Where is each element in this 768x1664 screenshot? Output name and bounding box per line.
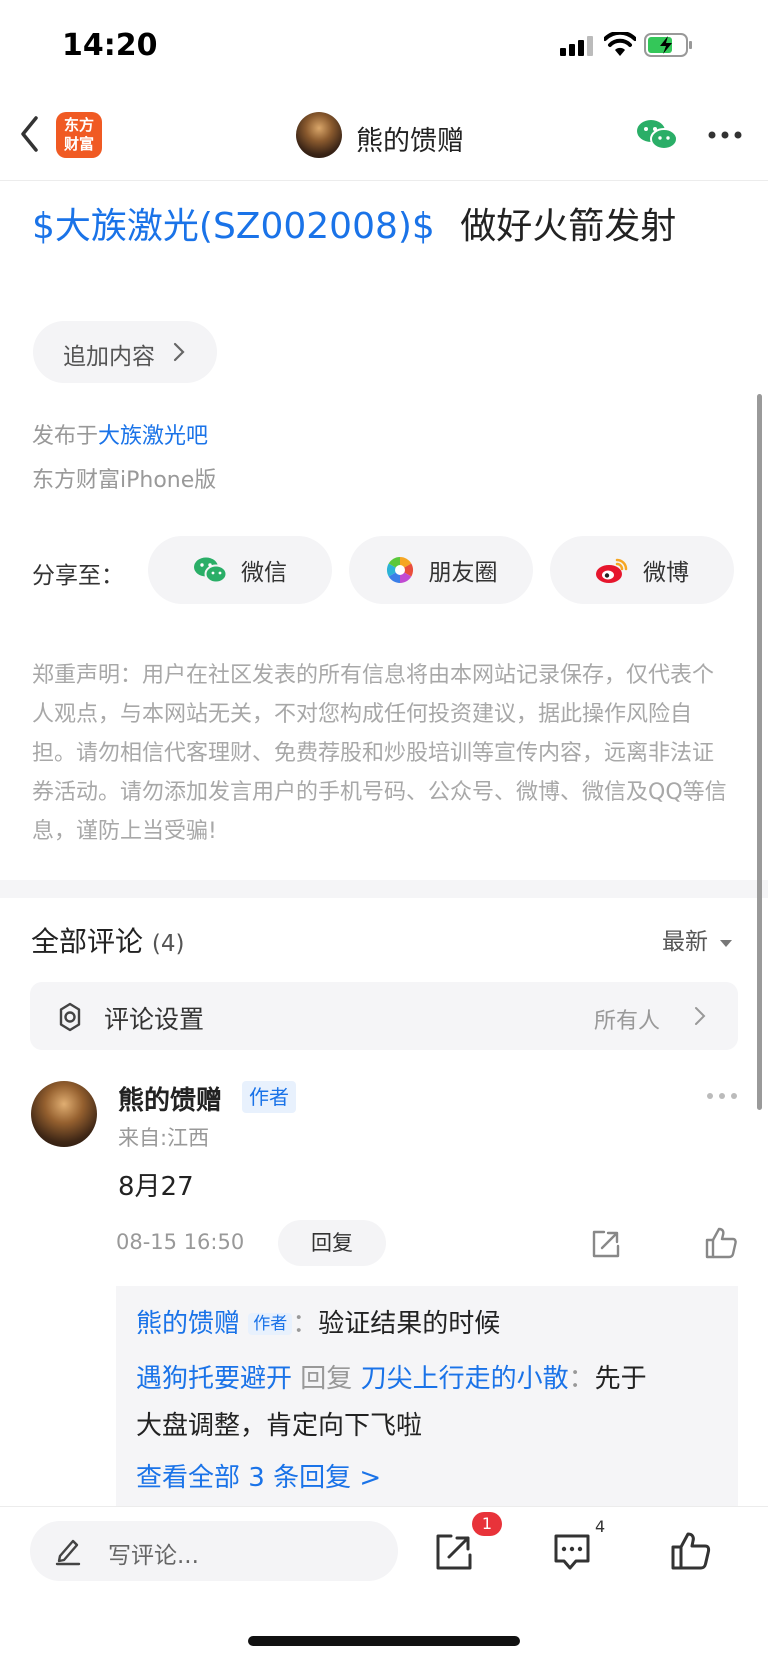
- signal-icon: [560, 36, 593, 56]
- logo-text-2: 财富: [63, 135, 94, 153]
- comment-location: 来自:江西: [118, 1126, 210, 1150]
- share-weibo-label: 微博: [643, 560, 689, 586]
- comments-title-text: 全部评论: [31, 925, 144, 958]
- reply-text-continued: 大盘调整，肯定向下飞啦: [136, 1411, 423, 1441]
- gear-icon: [59, 1002, 81, 1032]
- author-badge: 作者: [248, 1313, 293, 1335]
- section-divider: [0, 880, 768, 898]
- comment-icon[interactable]: [552, 1532, 592, 1572]
- reply-button[interactable]: 回复: [278, 1220, 386, 1266]
- home-indicator: [248, 1636, 520, 1646]
- share-icon[interactable]: [590, 1228, 622, 1260]
- forum-link[interactable]: 大族激光吧: [98, 424, 208, 449]
- back-icon[interactable]: [18, 114, 42, 154]
- comments-count: (4): [151, 931, 185, 957]
- status-time: 14:20: [62, 28, 158, 63]
- wifi-icon: [604, 32, 636, 56]
- comment-author[interactable]: 熊的馈赠: [118, 1080, 222, 1117]
- reply-author[interactable]: 熊的馈赠: [136, 1309, 240, 1339]
- comments-title: 全部评论 (4): [31, 920, 185, 960]
- comment-settings-value: 所有人: [594, 1009, 661, 1034]
- chevron-right-icon: [173, 342, 185, 362]
- reply-text: 先于: [594, 1364, 647, 1394]
- reply-word: 回复: [300, 1364, 353, 1394]
- avatar[interactable]: [31, 1081, 97, 1147]
- share-moments-button[interactable]: 朋友圈: [349, 536, 533, 604]
- chevron-right-icon: [695, 1007, 706, 1025]
- share-wechat-label: 微信: [241, 560, 287, 586]
- comment-placeholder: 写评论...: [108, 1543, 199, 1569]
- comment-settings-label: 评论设置: [104, 1005, 205, 1034]
- client-info: 东方财富iPhone版: [32, 468, 217, 493]
- nav-avatar[interactable]: [296, 112, 342, 158]
- reply-target[interactable]: 刀尖上行走的小散: [361, 1364, 569, 1394]
- scrollbar[interactable]: [757, 394, 762, 1110]
- reply-separator: ：: [292, 1309, 319, 1339]
- logo-text-1: 东方: [63, 116, 94, 134]
- weibo-icon: [596, 558, 628, 583]
- post-title: $大族激光(SZ002008)$ 做好火箭发射: [32, 203, 676, 251]
- post-text: 做好火箭发射: [460, 206, 677, 247]
- author-badge: 作者: [242, 1081, 296, 1113]
- moments-icon: [386, 556, 413, 584]
- brand-logo[interactable]: 东方 财富: [56, 112, 102, 158]
- comment-time: 08-15 16:50: [116, 1230, 245, 1254]
- thumbs-up-icon[interactable]: [704, 1226, 738, 1260]
- reply-item[interactable]: 熊的馈赠 作者 ：验证结果的时候: [136, 1306, 500, 1342]
- caret-down-icon: [720, 940, 733, 947]
- share-label: 分享至：: [32, 563, 124, 589]
- view-all-replies-link[interactable]: 查看全部 3 条回复 >: [136, 1460, 381, 1496]
- wechat-icon[interactable]: [636, 118, 678, 152]
- comment-input[interactable]: [30, 1521, 398, 1581]
- battery-charging-icon: [644, 33, 692, 57]
- pencil-icon: [55, 1539, 81, 1566]
- comment-count-badge: 4: [595, 1517, 606, 1536]
- reply-item[interactable]: 遇狗托要避开 回复 刀尖上行走的小散：先于: [136, 1361, 647, 1397]
- reply-text: 验证结果的时候: [318, 1309, 501, 1339]
- published-in: 发布于大族激光吧: [32, 418, 208, 450]
- share-badge: 1: [472, 1512, 502, 1536]
- nav-title[interactable]: 熊的馈赠: [356, 119, 464, 158]
- sort-label: 最新: [662, 929, 708, 955]
- share-wechat-button[interactable]: 微信: [148, 536, 332, 604]
- sort-dropdown[interactable]: 最新: [662, 922, 733, 956]
- wechat-icon: [194, 557, 227, 584]
- stock-link[interactable]: $大族激光(SZ002008)$: [32, 206, 435, 247]
- disclaimer: 郑重声明：用户在社区发表的所有信息将由本网站记录保存，仅代表个人观点，与本网站无…: [32, 663, 727, 844]
- more-icon[interactable]: [708, 130, 742, 140]
- comment-body: 8月27: [118, 1172, 194, 1202]
- share-weibo-button[interactable]: 微博: [550, 536, 734, 604]
- reply-author[interactable]: 遇狗托要避开: [136, 1364, 292, 1394]
- share-moments-label: 朋友圈: [428, 560, 498, 586]
- published-prefix: 发布于: [32, 424, 99, 449]
- add-content-label: 追加内容: [63, 344, 155, 370]
- reply-separator: ：: [568, 1364, 595, 1394]
- share-icon[interactable]: [434, 1532, 474, 1572]
- more-icon[interactable]: [706, 1092, 738, 1100]
- thumbs-up-icon[interactable]: [670, 1530, 712, 1572]
